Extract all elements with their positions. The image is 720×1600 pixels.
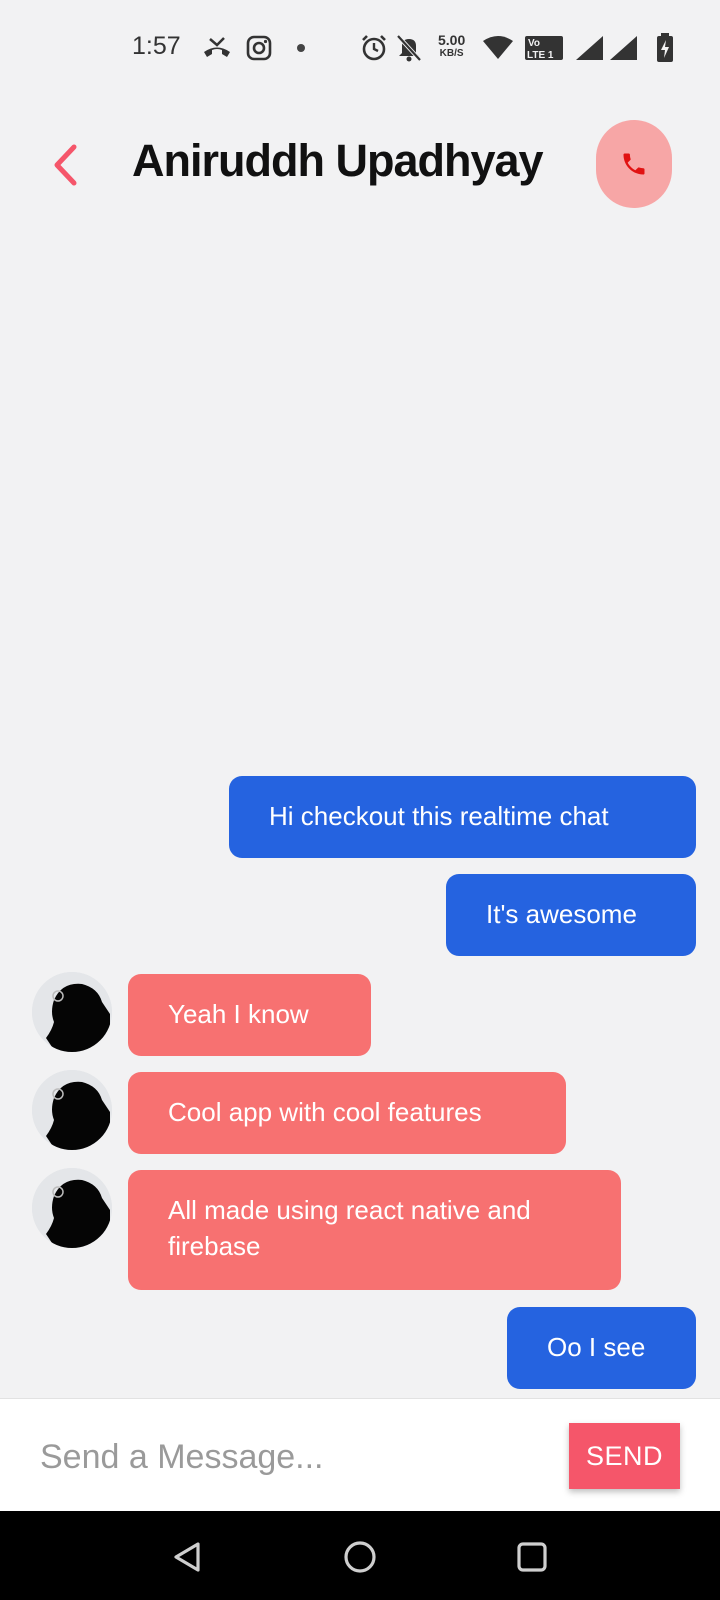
chat-header: Aniruddh Upadhyay bbox=[0, 110, 720, 220]
message-bubble-sent[interactable]: It's awesome bbox=[446, 874, 696, 956]
status-bar: 1:57 5.00 KB/S Vo LTE 1 bbox=[0, 0, 720, 96]
call-button[interactable] bbox=[596, 120, 672, 208]
network-speed-value: 5.00 bbox=[438, 32, 466, 48]
nav-back-button[interactable] bbox=[164, 1533, 212, 1581]
bell-off-icon bbox=[396, 33, 422, 63]
message-text: Hi checkout this realtime chat bbox=[269, 801, 609, 831]
svg-text:Vo: Vo bbox=[528, 38, 540, 49]
status-time: 1:57 bbox=[132, 32, 181, 60]
message-input[interactable] bbox=[40, 1429, 520, 1485]
network-speed: 5.00 KB/S bbox=[438, 32, 466, 60]
contact-name: Aniruddh Upadhyay bbox=[132, 135, 544, 186]
nav-home-button[interactable] bbox=[336, 1533, 384, 1581]
volte-icon: Vo LTE 1 bbox=[524, 33, 564, 63]
message-text: It's awesome bbox=[486, 899, 637, 929]
recents-square-icon bbox=[517, 1542, 547, 1572]
nav-recents-button[interactable] bbox=[508, 1533, 556, 1581]
avatar bbox=[32, 972, 112, 1052]
avatar bbox=[32, 1168, 112, 1248]
message-text: Cool app with cool features bbox=[168, 1097, 482, 1127]
signal-icon bbox=[574, 33, 604, 63]
message-text: Yeah I know bbox=[168, 999, 309, 1029]
message-list: Hi checkout this realtime chat It's awes… bbox=[0, 220, 720, 1400]
send-button[interactable]: SEND bbox=[569, 1423, 680, 1489]
chat-screen: 1:57 5.00 KB/S Vo LTE 1 Aniruddh Upadhya… bbox=[0, 0, 720, 1600]
message-composer: SEND bbox=[0, 1398, 720, 1511]
message-text: All made using react native and firebase bbox=[168, 1195, 531, 1261]
wifi-icon bbox=[482, 33, 514, 63]
svg-text:LTE 1: LTE 1 bbox=[527, 50, 554, 61]
message-bubble-received[interactable]: Yeah I know bbox=[128, 974, 371, 1056]
battery-charging-icon bbox=[656, 33, 674, 63]
back-triangle-icon bbox=[174, 1542, 200, 1572]
back-button[interactable] bbox=[40, 130, 90, 200]
avatar bbox=[32, 1070, 112, 1150]
chevron-left-icon bbox=[54, 144, 77, 186]
system-nav-bar bbox=[0, 1511, 720, 1600]
message-bubble-received[interactable]: Cool app with cool features bbox=[128, 1072, 566, 1154]
message-bubble-received[interactable]: All made using react native and firebase bbox=[128, 1170, 621, 1290]
dot-icon bbox=[296, 33, 306, 63]
message-bubble-sent[interactable]: Oo I see bbox=[507, 1307, 696, 1389]
message-text: Oo I see bbox=[547, 1332, 646, 1362]
home-circle-icon bbox=[344, 1541, 376, 1573]
missed-call-icon bbox=[202, 33, 232, 63]
instagram-icon bbox=[246, 33, 272, 63]
alarm-icon bbox=[360, 33, 388, 63]
signal-icon bbox=[608, 33, 638, 63]
network-speed-unit: KB/S bbox=[439, 48, 464, 59]
phone-icon bbox=[623, 153, 645, 175]
message-bubble-sent[interactable]: Hi checkout this realtime chat bbox=[229, 776, 696, 858]
